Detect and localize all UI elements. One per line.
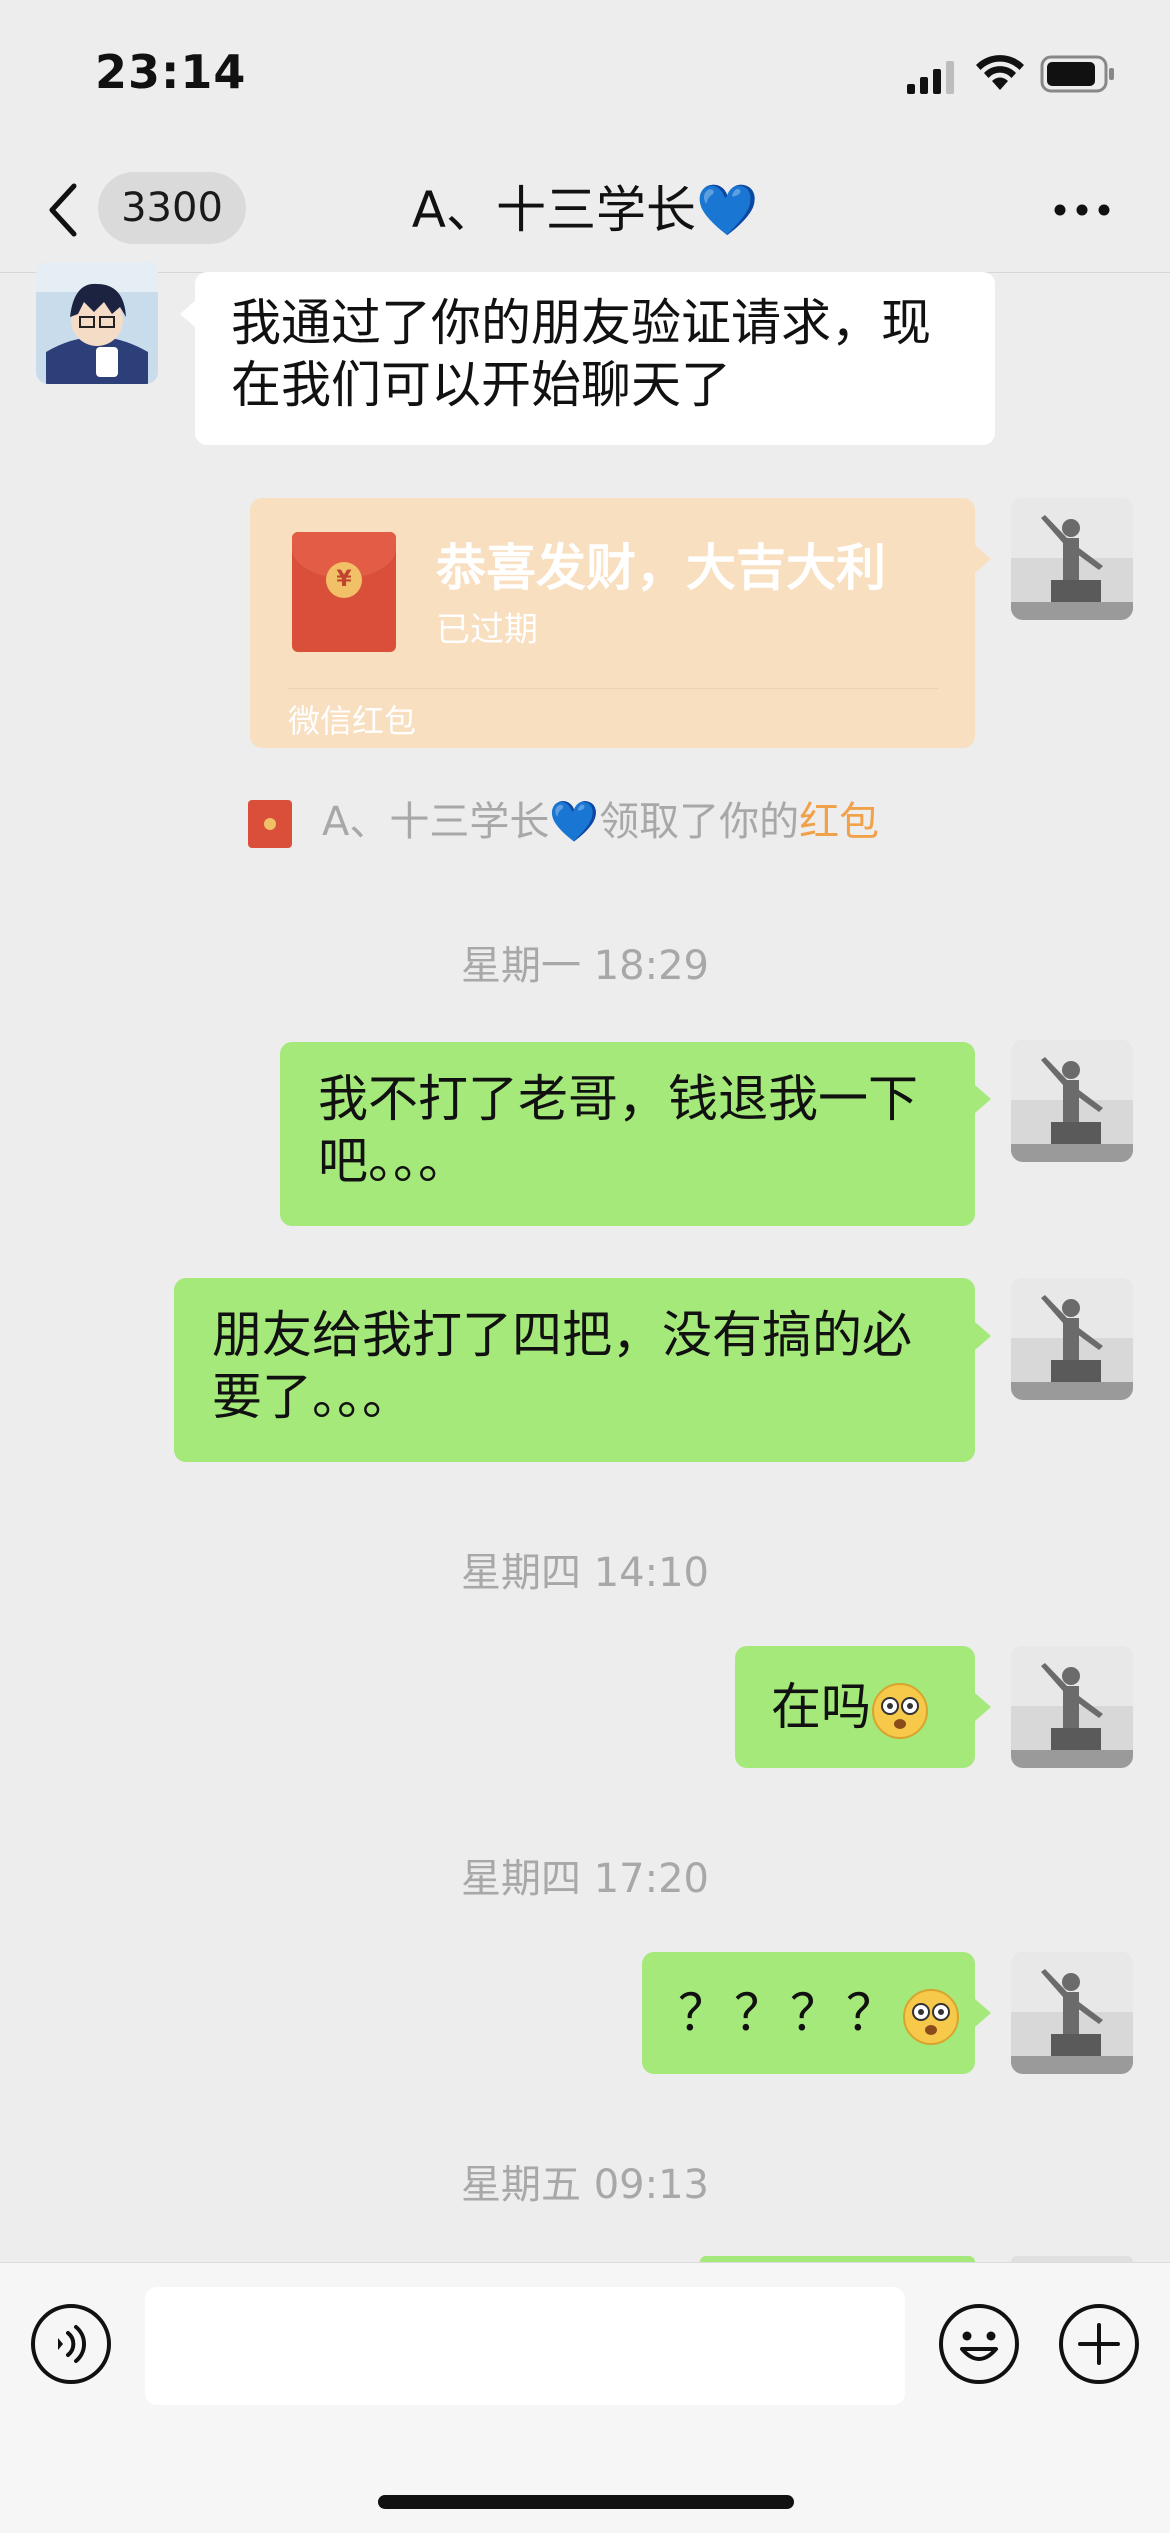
timestamp: 星期五 09:13	[461, 2162, 709, 2208]
red-packet-status: 已过期	[436, 610, 538, 650]
status-bar: 23:14	[0, 0, 1170, 150]
home-indicator[interactable]	[378, 2495, 794, 2509]
chevron-left-icon[interactable]	[44, 178, 84, 242]
my-avatar[interactable]	[1011, 1646, 1133, 1768]
battery-icon	[1040, 55, 1114, 93]
message-bubble[interactable]: 在吗	[735, 1646, 975, 1768]
emoji-icon[interactable]	[938, 2303, 1020, 2385]
red-packet-title: 恭喜发财，大吉大利	[436, 539, 886, 597]
my-avatar[interactable]	[1011, 1278, 1133, 1400]
red-packet-card[interactable]: ¥ 恭喜发财，大吉大利 已过期 微信红包	[250, 498, 975, 748]
input-bar	[0, 2262, 1170, 2533]
message-bubble[interactable]: 我通过了你的朋友验证请求，现在我们可以开始聊天了	[195, 272, 995, 445]
wifi-icon	[976, 55, 1024, 90]
contact-avatar[interactable]	[36, 262, 158, 384]
message-text: 朋友给我打了四把，没有搞的必要了。。。	[212, 1306, 912, 1426]
chat-title: A、十三学长💙	[411, 181, 759, 239]
unread-count-badge[interactable]: 3300	[98, 172, 246, 244]
message-bubble[interactable]: 我不打了老哥，钱退我一下吧。。。	[280, 1042, 975, 1226]
system-message: A、十三学长💙领取了你的红包	[248, 792, 879, 852]
red-packet-divider	[288, 688, 938, 689]
plus-icon[interactable]	[1058, 2303, 1140, 2385]
more-dots-icon[interactable]	[1052, 200, 1112, 220]
chat-header: 3300 A、十三学长💙	[0, 150, 1170, 273]
system-message-text: A、十三学长💙领取了你的	[322, 799, 800, 845]
timestamp: 星期四 17:20	[461, 1856, 709, 1902]
dizzy-face-emoji-icon	[903, 1988, 959, 2045]
red-packet-footer: 微信红包	[288, 702, 417, 740]
red-packet-link[interactable]: 红包	[799, 799, 879, 845]
red-packet-icon: ¥	[292, 532, 396, 652]
message-text: 在吗	[771, 1678, 871, 1736]
message-text: 我通过了你的朋友验证请求，现在我们可以开始聊天了	[231, 294, 931, 414]
status-time: 23:14	[95, 45, 247, 99]
message-input[interactable]	[145, 2287, 905, 2405]
timestamp: 星期四 14:10	[461, 1550, 709, 1596]
my-avatar[interactable]	[1011, 498, 1133, 620]
red-packet-small-icon	[248, 800, 292, 848]
message-text: 我不打了老哥，钱退我一下吧。。。	[318, 1070, 918, 1190]
my-avatar[interactable]	[1011, 1040, 1133, 1162]
message-text: ？？？？	[678, 1984, 902, 2042]
signal-icon	[907, 61, 954, 94]
voice-icon[interactable]	[30, 2303, 112, 2385]
message-bubble[interactable]: ？？？？	[642, 1952, 975, 2074]
timestamp: 星期一 18:29	[461, 943, 709, 989]
message-bubble[interactable]: 朋友给我打了四把，没有搞的必要了。。。	[174, 1278, 975, 1462]
my-avatar[interactable]	[1011, 1952, 1133, 2074]
dizzy-face-emoji-icon	[872, 1682, 928, 1739]
